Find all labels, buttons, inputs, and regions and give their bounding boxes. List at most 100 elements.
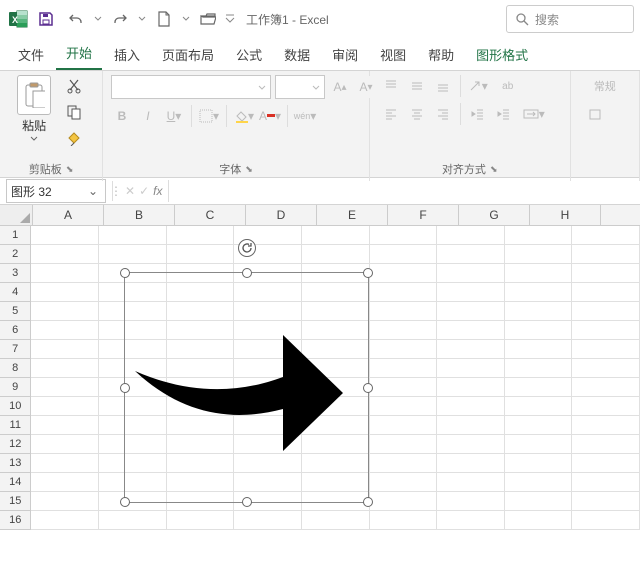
row-header[interactable]: 10 [0, 397, 31, 416]
font-color-button[interactable]: A▾ [259, 105, 281, 127]
cell[interactable] [505, 511, 573, 530]
align-bottom-button[interactable] [432, 75, 454, 97]
cell[interactable] [505, 492, 573, 511]
align-center-button[interactable] [406, 103, 428, 125]
select-all-cell[interactable] [0, 205, 33, 225]
dialog-launcher-icon[interactable]: ⬊ [490, 164, 498, 175]
cell[interactable] [572, 416, 640, 435]
cell[interactable] [572, 473, 640, 492]
cell[interactable] [370, 397, 438, 416]
cell[interactable] [31, 473, 99, 492]
cell[interactable] [31, 245, 99, 264]
copy-button[interactable] [60, 101, 88, 123]
cell[interactable] [31, 511, 99, 530]
row-header[interactable]: 12 [0, 435, 31, 454]
fx-icon[interactable]: fx [153, 184, 162, 198]
cell[interactable] [437, 226, 505, 245]
align-middle-button[interactable] [406, 75, 428, 97]
cell[interactable] [167, 245, 235, 264]
cell[interactable] [370, 340, 438, 359]
cell[interactable] [437, 473, 505, 492]
bold-button[interactable]: B [111, 105, 133, 127]
cell[interactable] [31, 397, 99, 416]
align-right-button[interactable] [432, 103, 454, 125]
row-header[interactable]: 7 [0, 340, 31, 359]
cell[interactable] [99, 226, 167, 245]
cell[interactable] [31, 454, 99, 473]
tab-home[interactable]: 开始 [56, 37, 102, 70]
cell[interactable] [572, 226, 640, 245]
tab-data[interactable]: 数据 [274, 39, 320, 70]
cell[interactable] [572, 378, 640, 397]
decrease-indent-button[interactable] [467, 103, 489, 125]
redo-dropdown[interactable] [136, 5, 148, 33]
cell[interactable] [437, 435, 505, 454]
formula-bar-grip[interactable]: ⋮ [113, 181, 119, 201]
cell[interactable] [505, 359, 573, 378]
col-header[interactable]: G [459, 205, 530, 225]
cell[interactable] [370, 321, 438, 340]
selected-shape-frame[interactable] [124, 272, 369, 503]
open-file-button[interactable] [194, 5, 222, 33]
cell[interactable] [437, 245, 505, 264]
dialog-launcher-icon[interactable]: ⬊ [245, 164, 253, 175]
redo-button[interactable] [106, 5, 134, 33]
new-file-dropdown[interactable] [180, 5, 192, 33]
phonetic-button[interactable]: wén▾ [294, 105, 316, 127]
cut-button[interactable] [60, 75, 88, 97]
cell[interactable] [505, 245, 573, 264]
qat-customize[interactable] [224, 5, 236, 33]
align-top-button[interactable] [380, 75, 402, 97]
number-format-combo[interactable]: 常规 [584, 75, 626, 97]
wrap-text-button[interactable]: ab [493, 75, 523, 97]
row-header[interactable]: 1 [0, 226, 31, 245]
borders-button[interactable]: ▾ [198, 105, 220, 127]
increase-indent-button[interactable] [493, 103, 515, 125]
cell[interactable] [572, 245, 640, 264]
cell[interactable] [370, 416, 438, 435]
cell[interactable] [505, 264, 573, 283]
row-header[interactable]: 13 [0, 454, 31, 473]
cell[interactable] [31, 416, 99, 435]
cell[interactable] [31, 340, 99, 359]
cell[interactable] [572, 302, 640, 321]
row-header[interactable]: 15 [0, 492, 31, 511]
format-painter-button[interactable] [60, 127, 88, 149]
cell[interactable] [572, 340, 640, 359]
dialog-launcher-icon[interactable]: ⬊ [66, 164, 74, 175]
col-header[interactable]: E [317, 205, 388, 225]
paste-button[interactable]: 粘贴 [14, 75, 54, 141]
rotate-handle[interactable] [238, 239, 256, 257]
cell[interactable] [31, 359, 99, 378]
orientation-button[interactable]: ▾ [467, 75, 489, 97]
cell[interactable] [437, 416, 505, 435]
row-header[interactable]: 16 [0, 511, 31, 530]
cell[interactable] [370, 378, 438, 397]
cell[interactable] [437, 264, 505, 283]
cell[interactable] [505, 340, 573, 359]
cell[interactable] [370, 473, 438, 492]
cell[interactable] [302, 245, 370, 264]
worksheet-grid[interactable]: A B C D E F G H 12345678910111213141516 [0, 205, 640, 530]
underline-button[interactable]: U▾ [163, 105, 185, 127]
col-header[interactable]: D [246, 205, 317, 225]
cell[interactable] [572, 397, 640, 416]
arrow-shape[interactable] [125, 273, 368, 502]
cell[interactable] [437, 492, 505, 511]
align-left-button[interactable] [380, 103, 402, 125]
cell[interactable] [505, 302, 573, 321]
cell[interactable] [167, 511, 235, 530]
cell[interactable] [572, 454, 640, 473]
cell[interactable] [31, 321, 99, 340]
tab-review[interactable]: 审阅 [322, 39, 368, 70]
cell[interactable] [99, 245, 167, 264]
currency-button[interactable] [584, 103, 606, 125]
cell[interactable] [302, 226, 370, 245]
row-header[interactable]: 8 [0, 359, 31, 378]
tab-page-layout[interactable]: 页面布局 [152, 39, 224, 70]
undo-dropdown[interactable] [92, 5, 104, 33]
cell[interactable] [572, 321, 640, 340]
cell[interactable] [437, 397, 505, 416]
save-button[interactable] [32, 5, 60, 33]
row-header[interactable]: 11 [0, 416, 31, 435]
